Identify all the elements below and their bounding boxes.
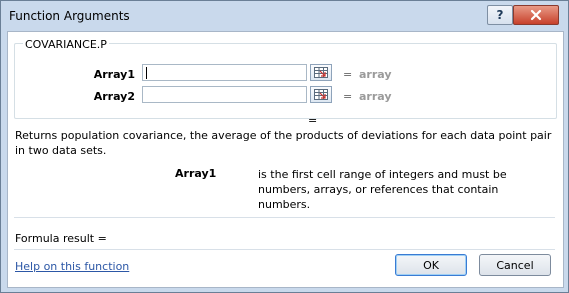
array2-result: array bbox=[359, 90, 392, 103]
help-title-button[interactable]: ? bbox=[487, 5, 513, 25]
arg-label-array2: Array2 bbox=[93, 90, 135, 103]
function-description: Returns population covariance, the avera… bbox=[15, 129, 552, 157]
function-arguments-dialog: Function Arguments ? COVARIANCE.P Array1 bbox=[0, 0, 569, 293]
ok-button[interactable]: OK bbox=[395, 254, 467, 276]
cancel-button[interactable]: Cancel bbox=[479, 254, 551, 276]
function-groupbox: COVARIANCE.P Array1 = array Array2 = arr… bbox=[14, 38, 557, 119]
divider bbox=[14, 217, 555, 218]
array1-result: array bbox=[359, 68, 392, 81]
close-button[interactable] bbox=[513, 5, 559, 25]
dialog-body: COVARIANCE.P Array1 = array Array2 = arr… bbox=[7, 31, 564, 288]
close-icon bbox=[530, 9, 542, 21]
divider bbox=[14, 249, 555, 250]
arg-label-array1: Array1 bbox=[93, 68, 135, 81]
function-name: COVARIANCE.P bbox=[23, 38, 109, 51]
array2-equals: = bbox=[343, 90, 353, 103]
range-select-icon bbox=[314, 89, 328, 100]
array2-range-select-button[interactable] bbox=[310, 86, 332, 103]
array1-equals: = bbox=[343, 68, 353, 81]
dialog-title: Function Arguments bbox=[9, 9, 130, 23]
arg-help-name: Array1 bbox=[175, 167, 217, 180]
text-caret bbox=[146, 67, 147, 79]
title-bar[interactable]: Function Arguments ? bbox=[1, 1, 568, 31]
function-result-equals: = bbox=[308, 114, 318, 127]
formula-result-label: Formula result = bbox=[15, 232, 107, 245]
array1-input[interactable] bbox=[142, 64, 307, 81]
range-select-icon bbox=[314, 67, 328, 78]
arg-help-text: is the first cell range of integers and … bbox=[258, 168, 507, 211]
array1-range-select-button[interactable] bbox=[310, 64, 332, 81]
help-on-function-link[interactable]: Help on this function bbox=[15, 260, 129, 273]
array2-input[interactable] bbox=[142, 86, 307, 103]
